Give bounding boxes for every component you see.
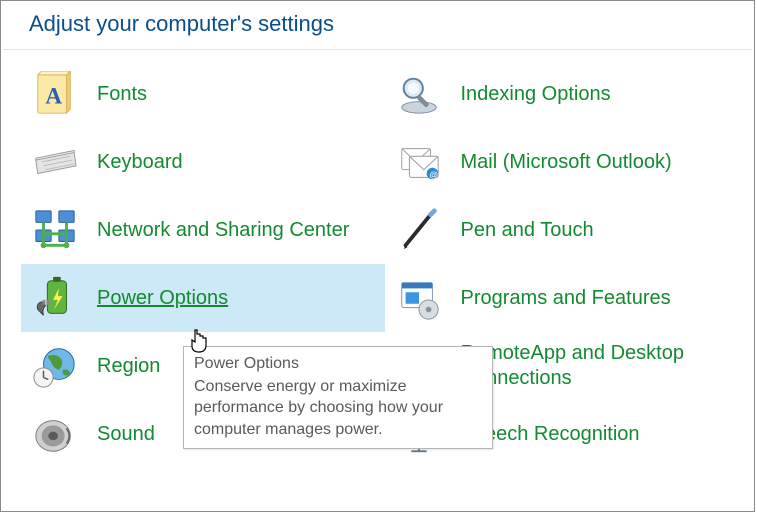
region-icon bbox=[31, 342, 79, 390]
keyboard-icon bbox=[31, 138, 79, 186]
item-programs-and-features[interactable]: Programs and Features bbox=[385, 264, 749, 332]
divider bbox=[3, 49, 752, 50]
programs-icon bbox=[395, 274, 443, 322]
control-panel-window: Adjust your computer's settings A Fonts bbox=[0, 0, 755, 512]
mail-icon: @ bbox=[395, 138, 443, 186]
sound-icon bbox=[31, 410, 79, 458]
item-label: Mail (Microsoft Outlook) bbox=[461, 150, 672, 175]
indexing-icon bbox=[395, 70, 443, 118]
item-label: Region bbox=[97, 354, 160, 379]
item-label: Programs and Features bbox=[461, 286, 671, 311]
item-label: Power Options bbox=[97, 286, 228, 311]
item-label: Indexing Options bbox=[461, 82, 611, 107]
power-icon bbox=[31, 274, 79, 322]
item-indexing-options[interactable]: Indexing Options bbox=[385, 60, 749, 128]
tooltip-title: Power Options bbox=[194, 353, 482, 375]
svg-text:@: @ bbox=[429, 169, 437, 179]
network-icon bbox=[31, 206, 79, 254]
pen-icon bbox=[395, 206, 443, 254]
tooltip: Power Options Conserve energy or maximiz… bbox=[183, 346, 493, 449]
item-label: Sound bbox=[97, 422, 155, 447]
page-heading: Adjust your computer's settings bbox=[1, 1, 754, 49]
item-label: Network and Sharing Center bbox=[97, 218, 349, 243]
item-keyboard[interactable]: Keyboard bbox=[21, 128, 385, 196]
item-label: Pen and Touch bbox=[461, 218, 594, 243]
item-label: RemoteApp and Desktop Connections bbox=[461, 341, 731, 391]
fonts-icon: A bbox=[31, 70, 79, 118]
item-fonts[interactable]: A Fonts bbox=[21, 60, 385, 128]
item-power-options[interactable]: Power Options bbox=[21, 264, 385, 332]
item-pen-and-touch[interactable]: Pen and Touch bbox=[385, 196, 749, 264]
item-mail[interactable]: @ Mail (Microsoft Outlook) bbox=[385, 128, 749, 196]
tooltip-body: Conserve energy or maximize performance … bbox=[194, 376, 482, 441]
item-label: Fonts bbox=[97, 82, 147, 107]
svg-text:A: A bbox=[45, 84, 62, 109]
item-network-sharing-center[interactable]: Network and Sharing Center bbox=[21, 196, 385, 264]
item-label: Keyboard bbox=[97, 150, 183, 175]
